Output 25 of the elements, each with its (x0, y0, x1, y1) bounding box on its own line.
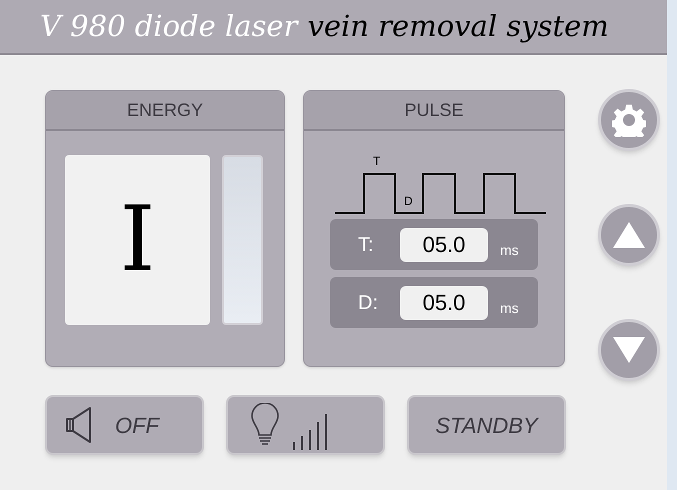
value-field[interactable]: 05.0 (400, 228, 488, 262)
down-arrow-icon (612, 336, 646, 364)
standby-button[interactable]: STANDBY (407, 395, 566, 455)
title-text: vein removal system (307, 8, 609, 45)
panel-header: ENERGY (46, 91, 284, 131)
sound-button[interactable]: OFF (45, 395, 204, 455)
parameter-label: D: (358, 290, 379, 316)
light-level-button[interactable] (226, 395, 385, 455)
down-button[interactable] (598, 319, 660, 381)
energy-level-display: I (65, 155, 210, 325)
wave-label: T (373, 155, 380, 167)
speaker-icon (65, 406, 93, 444)
up-button[interactable] (598, 204, 660, 266)
signal-bars-icon (292, 414, 330, 450)
panel-header: PULSE (304, 91, 564, 131)
parameter-label: T: (358, 232, 375, 258)
value-field[interactable]: 05.0 (400, 286, 488, 320)
unit-label: ms (500, 299, 519, 318)
wave-label: D (404, 195, 413, 207)
unit-label: ms (500, 241, 519, 260)
up-arrow-icon (612, 221, 646, 249)
title-text: V 980 diode laser (40, 8, 298, 45)
settings-button[interactable] (598, 89, 660, 151)
light-bulb-icon (250, 403, 280, 447)
settings-icon (612, 103, 646, 137)
